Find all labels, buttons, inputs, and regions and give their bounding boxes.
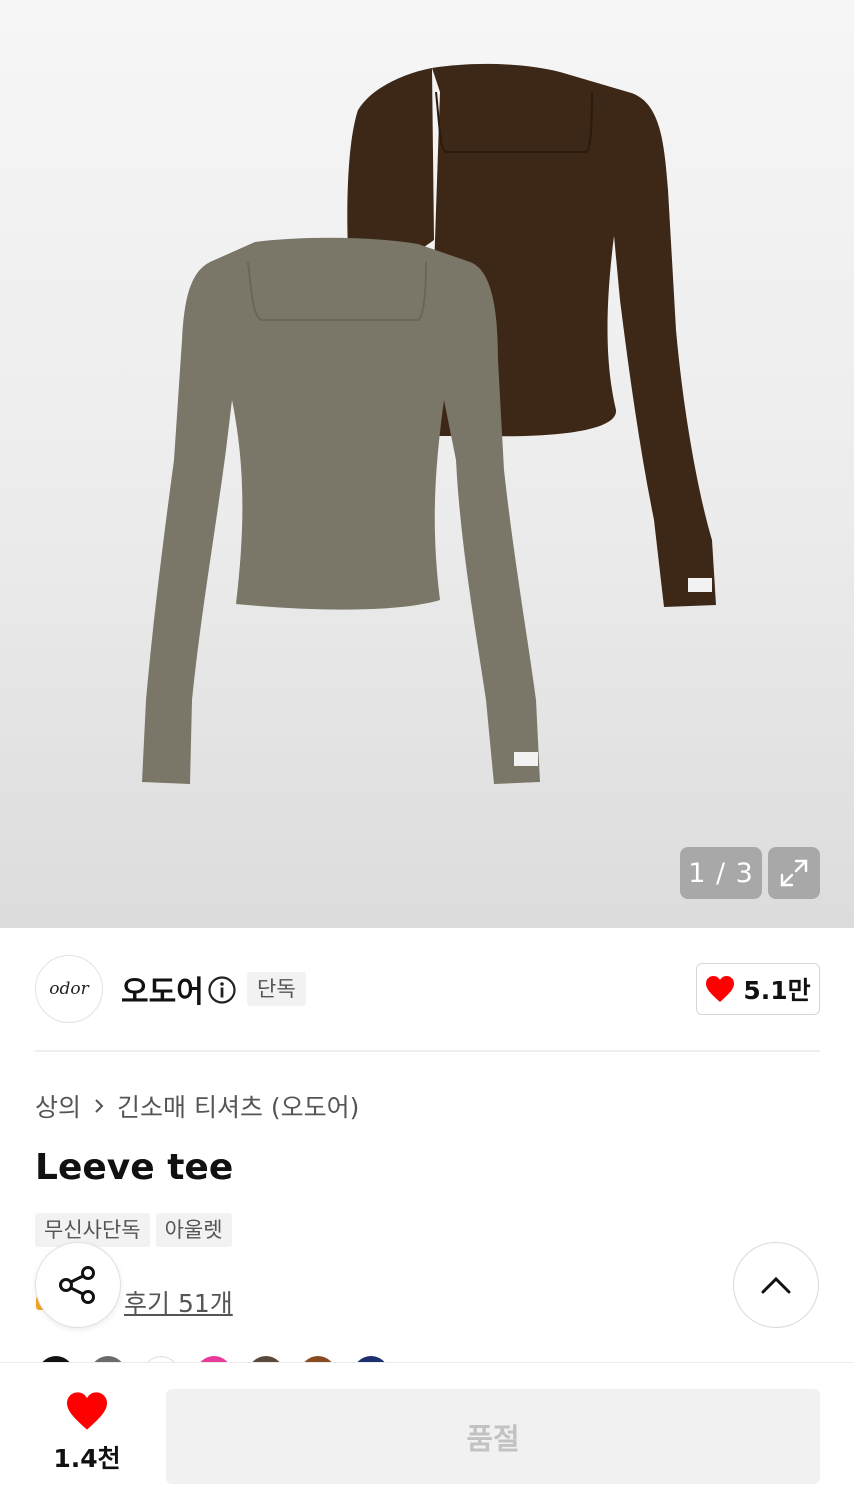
scroll-top-button[interactable] bbox=[733, 1242, 819, 1328]
heart-icon bbox=[67, 1392, 107, 1430]
product-tags: 무신사단독 아울렛 bbox=[35, 1213, 232, 1247]
review-link[interactable]: 후기 51개 bbox=[124, 1284, 233, 1320]
chevron-up-icon bbox=[761, 1276, 791, 1294]
breadcrumb: 상의 긴소매 티셔츠 (오도어) bbox=[35, 1088, 359, 1124]
wishlist-button[interactable]: 1.4천 bbox=[40, 1391, 134, 1475]
brand-like-count: 5.1만 bbox=[743, 976, 811, 1005]
brand-row: odor 오도어 단독 5.1만 bbox=[35, 955, 820, 1023]
divider bbox=[35, 1050, 820, 1052]
brand-logo[interactable]: odor bbox=[35, 955, 103, 1023]
product-title: Leeve tee bbox=[35, 1147, 234, 1188]
breadcrumb-subcategory[interactable]: 긴소매 티셔츠 (오도어) bbox=[117, 1088, 359, 1124]
product-image bbox=[142, 63, 716, 784]
expand-icon bbox=[780, 859, 808, 887]
wishlist-count: 1.4천 bbox=[53, 1444, 121, 1473]
tag-exclusive: 무신사단독 bbox=[35, 1213, 150, 1247]
heart-icon bbox=[706, 976, 735, 1002]
exclusive-badge: 단독 bbox=[247, 972, 306, 1006]
share-button[interactable] bbox=[35, 1242, 121, 1328]
bottom-action-bar: 1.4천 품절 bbox=[0, 1362, 854, 1500]
expand-image-button[interactable] bbox=[768, 847, 820, 899]
chevron-right-icon bbox=[95, 1099, 104, 1113]
brand-name[interactable]: 오도어 bbox=[121, 967, 204, 1011]
breadcrumb-category[interactable]: 상의 bbox=[35, 1088, 81, 1124]
soldout-button[interactable]: 품절 bbox=[166, 1389, 820, 1484]
share-icon bbox=[59, 1266, 95, 1304]
image-pager: 1 / 3 bbox=[680, 847, 762, 899]
info-icon[interactable] bbox=[207, 975, 237, 1005]
tag-outlet: 아울렛 bbox=[155, 1213, 232, 1247]
product-image-gallery[interactable]: 1 / 3 bbox=[0, 0, 854, 928]
brand-like-button[interactable]: 5.1만 bbox=[696, 963, 820, 1015]
